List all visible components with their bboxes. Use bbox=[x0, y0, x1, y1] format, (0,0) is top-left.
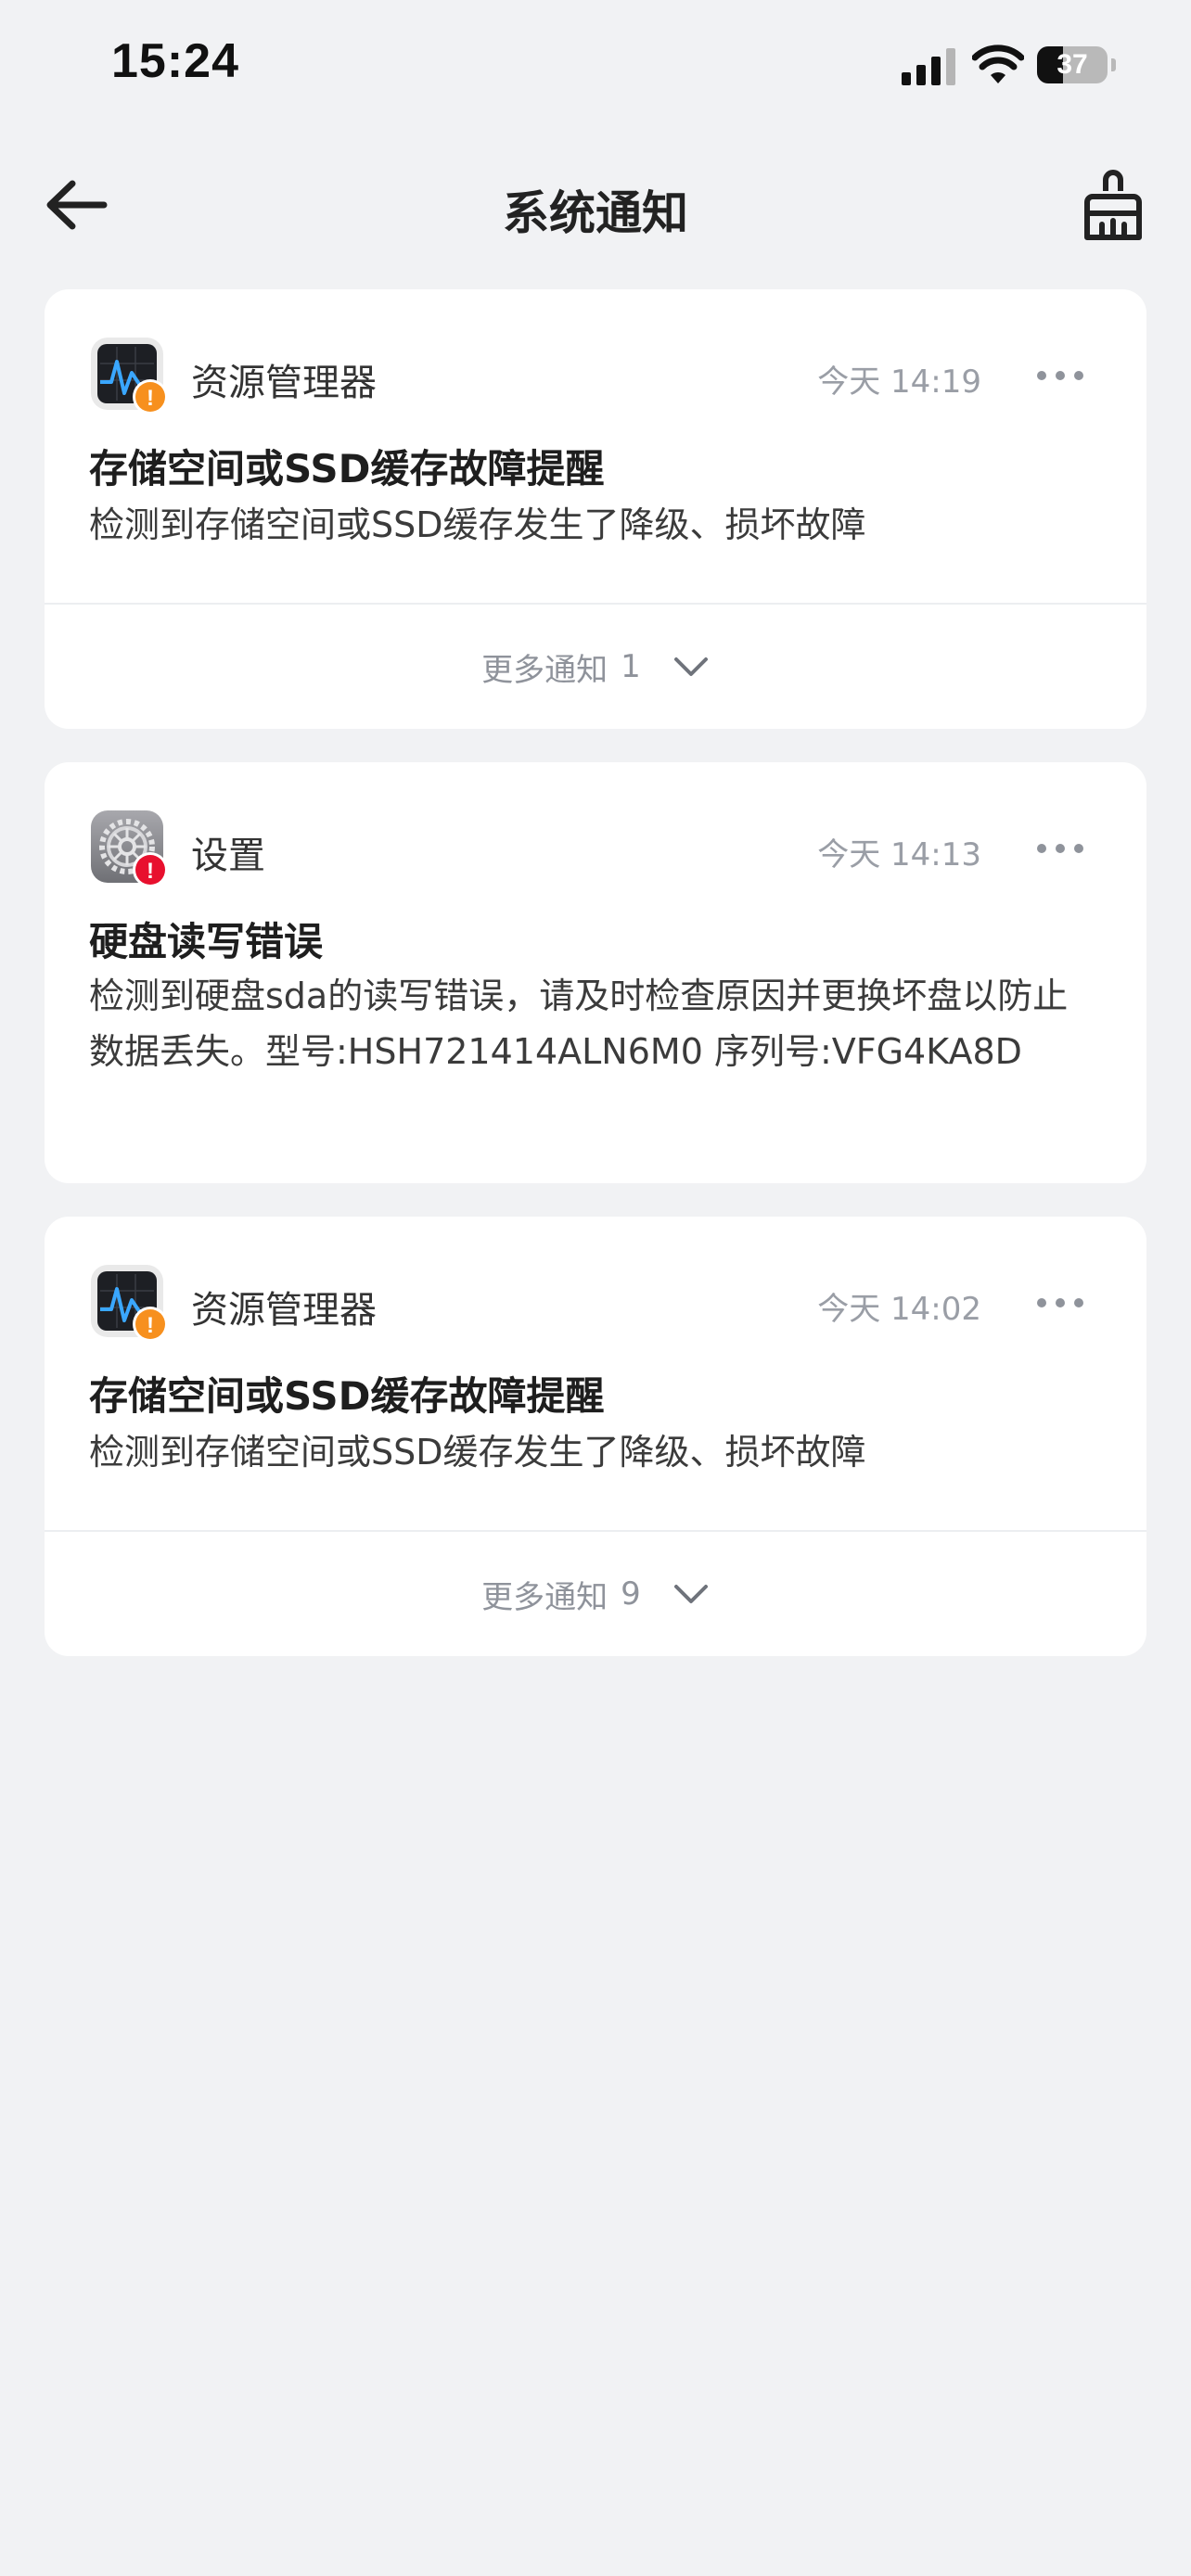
cellular-signal-icon bbox=[902, 48, 955, 85]
status-bar: 15:24 37 bbox=[0, 0, 1191, 139]
chevron-down-icon bbox=[673, 657, 708, 676]
more-notifications-label: 更多通知 bbox=[481, 651, 608, 689]
notification-header: ! 设置 今天 14:13 bbox=[89, 809, 1102, 892]
notification-header: ! 资源管理器 今天 14:19 bbox=[89, 336, 1102, 419]
app-name: 设置 bbox=[191, 835, 265, 877]
notification-description: 检测到存储空间或SSD缓存发生了降级、损坏故障 bbox=[89, 504, 866, 545]
wifi-icon bbox=[972, 45, 1024, 83]
error-badge: ! bbox=[147, 859, 154, 884]
notification-time: 今天 14:13 bbox=[817, 836, 981, 874]
notification-title: 存储空间或SSD缓存故障提醒 bbox=[89, 1373, 605, 1419]
activity-monitor-icon: ! bbox=[91, 338, 168, 414]
notification-time: 今天 14:19 bbox=[817, 363, 981, 401]
activity-monitor-icon: ! bbox=[91, 1265, 168, 1342]
broom-icon[interactable] bbox=[1076, 169, 1150, 243]
battery-tip bbox=[1111, 58, 1116, 71]
app-name: 资源管理器 bbox=[191, 1289, 377, 1332]
more-notifications-count: 1 bbox=[621, 648, 641, 685]
page-title: 系统通知 bbox=[503, 186, 688, 240]
battery-indicator: 37 bbox=[1037, 46, 1116, 83]
notification-card[interactable]: ! 资源管理器 今天 14:02 存储空间或SSD缓存故障提醒 检测到存储空间或… bbox=[45, 1217, 1146, 1656]
notification-card[interactable]: ! 资源管理器 今天 14:19 存储空间或SSD缓存故障提醒 检测到存储空间或… bbox=[45, 289, 1146, 729]
more-options-icon[interactable] bbox=[1018, 352, 1102, 399]
notification-time: 今天 14:02 bbox=[817, 1291, 981, 1328]
notification-title: 硬盘读写错误 bbox=[89, 919, 324, 964]
battery-body: 37 bbox=[1037, 46, 1108, 83]
more-options-icon[interactable] bbox=[1018, 1280, 1102, 1326]
more-notifications-count: 9 bbox=[621, 1575, 641, 1613]
chevron-down-icon bbox=[673, 1585, 708, 1603]
notification-description: 检测到硬盘sda的读写错误，请及时检查原因并更换坏盘以防止数据丢失。型号:HSH… bbox=[89, 976, 1069, 1072]
notification-card[interactable]: ! 设置 今天 14:13 硬盘读写错误 检测到硬盘sda的读写错误，请及时检查… bbox=[45, 762, 1146, 1183]
status-time: 15:24 bbox=[111, 34, 239, 88]
more-options-icon[interactable] bbox=[1018, 825, 1102, 872]
notification-description: 检测到存储空间或SSD缓存发生了降级、损坏故障 bbox=[89, 1432, 866, 1473]
more-notifications-button[interactable]: 更多通知 1 bbox=[45, 605, 1146, 729]
header: 系统通知 bbox=[0, 148, 1191, 260]
warning-badge: ! bbox=[147, 386, 154, 411]
notification-header: ! 资源管理器 今天 14:02 bbox=[89, 1263, 1102, 1346]
more-notifications-button[interactable]: 更多通知 9 bbox=[45, 1532, 1146, 1656]
more-notifications-label: 更多通知 bbox=[481, 1578, 608, 1616]
app-name: 资源管理器 bbox=[191, 362, 377, 404]
settings-gear-icon: ! bbox=[91, 810, 168, 887]
warning-badge: ! bbox=[147, 1313, 154, 1338]
notification-title: 存储空间或SSD缓存故障提醒 bbox=[89, 446, 605, 491]
battery-level: 37 bbox=[1057, 49, 1088, 80]
